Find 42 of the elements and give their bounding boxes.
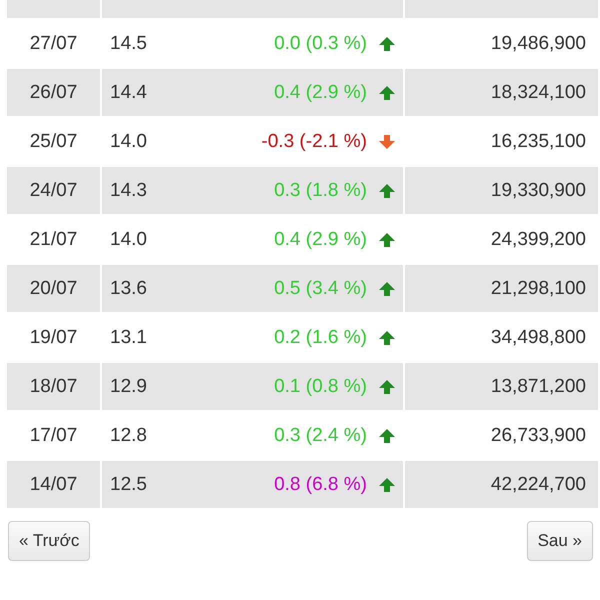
up-arrow-icon — [379, 428, 395, 442]
price-change: 0.1 (0.8 %) — [274, 376, 367, 398]
close-price: 14.0 — [110, 228, 148, 250]
date-cell: 18/07 — [7, 363, 100, 410]
price-change: 0.5 (3.4 %) — [274, 278, 367, 300]
date-cell: 20/07 — [7, 265, 100, 312]
price-change: 0.3 (1.8 %) — [274, 180, 367, 202]
up-arrow-icon — [379, 380, 395, 394]
next-button[interactable]: Sau » — [526, 521, 593, 561]
price-change: 0.4 (2.9 %) — [274, 228, 367, 250]
close-price: 12.9 — [110, 376, 148, 398]
volume-cell: 21,298,100 — [405, 265, 598, 312]
close-price: 12.5 — [110, 474, 148, 496]
up-arrow-icon — [379, 478, 395, 492]
price-change: 0.4 (2.9 %) — [274, 82, 367, 104]
close-price: 14.0 — [110, 130, 148, 152]
close-price: 13.1 — [110, 326, 148, 348]
volume-cell: 18,324,100 — [405, 69, 598, 116]
close-price: 12.8 — [110, 424, 148, 446]
volume-cell: 13,871,200 — [405, 363, 598, 410]
price-change: 0.8 (6.8 %) — [274, 474, 367, 496]
close-price: 14.5 — [110, 32, 148, 54]
volume-cell: 42,224,700 — [405, 461, 598, 508]
up-arrow-icon — [379, 330, 395, 344]
down-arrow-icon — [379, 134, 395, 148]
volume-cell: 19,330,900 — [405, 167, 598, 214]
price-change: 0.3 (2.4 %) — [274, 424, 367, 446]
date-cell: 24/07 — [7, 167, 100, 214]
up-arrow-icon — [379, 86, 395, 100]
up-arrow-icon — [379, 232, 395, 246]
up-arrow-icon — [379, 282, 395, 296]
previous-button[interactable]: « Trước — [8, 521, 90, 561]
price-change: 0.2 (1.6 %) — [274, 326, 367, 348]
price-change: -0.3 (-2.1 %) — [261, 130, 367, 152]
price-change: 0.0 (0.3 %) — [274, 32, 367, 54]
close-price: 14.3 — [110, 180, 148, 202]
date-cell: 14/07 — [7, 461, 100, 508]
close-price: 14.4 — [110, 82, 148, 104]
up-arrow-icon — [379, 36, 395, 50]
close-price: 13.6 — [110, 278, 148, 300]
date-cell: 26/07 — [7, 69, 100, 116]
up-arrow-icon — [379, 184, 395, 198]
